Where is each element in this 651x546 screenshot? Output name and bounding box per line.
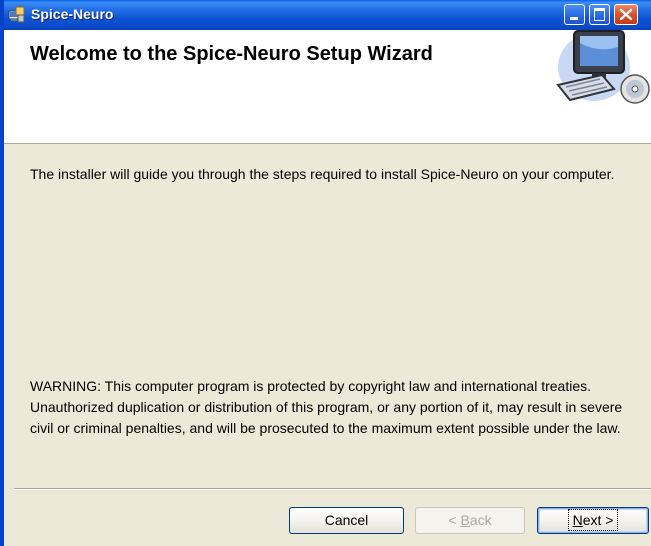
maximize-button[interactable] <box>589 4 610 25</box>
cancel-button[interactable]: Cancel <box>289 507 404 534</box>
back-button-label: < Back <box>448 512 492 528</box>
wizard-title: Welcome to the Spice-Neuro Setup Wizard <box>30 43 433 65</box>
window-title: Spice-Neuro <box>31 6 114 22</box>
minimize-button[interactable] <box>564 4 585 25</box>
close-icon <box>619 8 633 21</box>
computer-with-cd-icon <box>556 30 650 104</box>
next-button-label: Next > <box>567 509 619 531</box>
close-button[interactable] <box>614 4 638 25</box>
next-button[interactable]: Next > <box>537 507 649 534</box>
installer-app-icon <box>8 6 25 23</box>
back-button[interactable]: < Back <box>415 507 525 534</box>
setup-wizard-window: Spice-Neuro Welcome to the Spice-Neuro S… <box>0 0 651 546</box>
intro-text: The installer will guide you through the… <box>30 166 615 182</box>
button-area-divider <box>14 488 651 490</box>
copyright-warning-text: WARNING: This computer program is protec… <box>30 378 623 436</box>
